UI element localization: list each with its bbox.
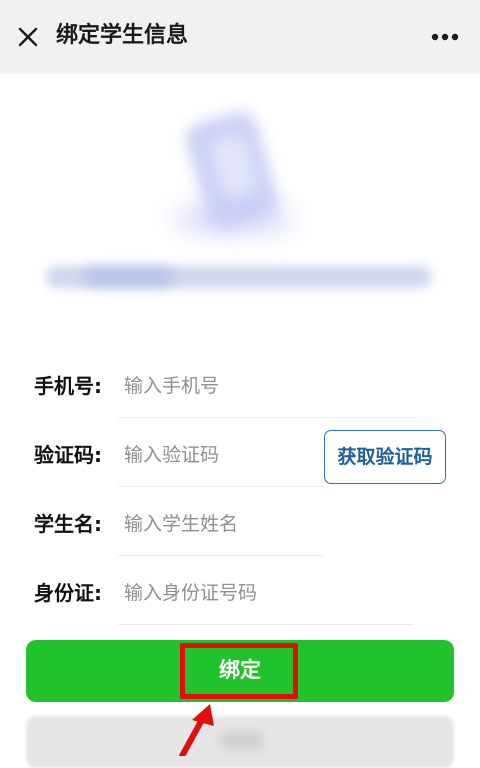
student-name-label: 学生名:	[34, 512, 102, 536]
student-name-input[interactable]	[124, 504, 424, 544]
blurred-banner-accent	[84, 268, 174, 286]
phone-row: 手机号:	[0, 354, 480, 418]
row-divider	[118, 624, 414, 625]
row-divider	[118, 555, 324, 556]
row-divider	[118, 486, 324, 487]
secondary-button-blurred-label	[220, 732, 264, 750]
id-card-row: 身份证:	[0, 561, 480, 625]
code-row: 验证码: 获取验证码	[0, 423, 480, 487]
code-input[interactable]	[124, 435, 304, 475]
title-bar: 绑定学生信息	[0, 0, 480, 74]
page-title: 绑定学生信息	[56, 23, 189, 48]
bind-button[interactable]: 绑定	[26, 640, 454, 702]
phone-label: 手机号:	[34, 374, 102, 398]
more-horizontal-icon[interactable]	[428, 22, 462, 52]
close-icon[interactable]	[14, 23, 42, 51]
id-card-input[interactable]	[124, 573, 424, 613]
bind-button-label: 绑定	[219, 659, 261, 682]
code-label: 验证码:	[34, 443, 102, 467]
student-name-row: 学生名:	[0, 492, 480, 556]
blurred-phone-illustration	[0, 74, 480, 344]
get-code-button[interactable]: 获取验证码	[324, 430, 446, 484]
phone-input[interactable]	[124, 366, 424, 406]
id-card-label: 身份证:	[34, 581, 102, 605]
row-divider	[118, 417, 414, 418]
